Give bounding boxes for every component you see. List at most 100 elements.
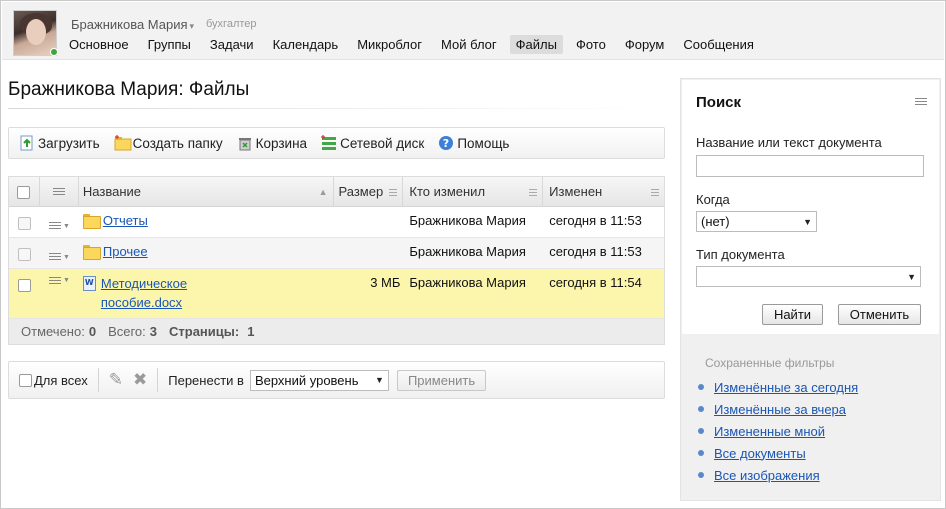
- list-item: Все изображения: [698, 464, 858, 486]
- nav-item-messages[interactable]: Сообщения: [677, 35, 760, 54]
- bullet-icon: [698, 384, 704, 390]
- nav-item-tasks[interactable]: Задачи: [204, 35, 260, 54]
- move-to-select[interactable]: Верхний уровень ▼: [249, 369, 389, 391]
- page-title: Бражникова Мария: Файлы: [8, 79, 250, 100]
- files-toolbar: Загрузить Создать папку Корзина Сетевой …: [8, 127, 665, 159]
- cancel-button[interactable]: Отменить: [838, 304, 921, 325]
- select-all-checkbox-cell: [9, 177, 40, 207]
- panel-menu-icon[interactable]: [915, 98, 927, 107]
- row-checkbox[interactable]: [17, 217, 31, 231]
- row-menu[interactable]: ▼: [40, 238, 79, 268]
- help-label: Помощь: [457, 135, 510, 151]
- search-panel: Поиск Название или текст документа Когда…: [680, 78, 941, 501]
- saved-filter-link[interactable]: Все документы: [714, 446, 806, 461]
- trash-icon: [237, 135, 253, 151]
- folder-icon: [82, 245, 101, 260]
- table-row[interactable]: ▼ W Методическое пособие.docx 3 МБ Бражни…: [9, 269, 664, 319]
- chevron-down-icon: ▼: [62, 222, 70, 230]
- bullet-icon: [698, 428, 704, 434]
- column-menu-icon: [389, 177, 398, 207]
- main-nav: Основное Группы Задачи Календарь Микробл…: [63, 35, 767, 54]
- row-menu[interactable]: ▼: [40, 269, 79, 318]
- doc-name-label: Название или текст документа: [696, 135, 882, 150]
- group-actions-bar: Для всех ✎ ✖ Перенести в Верхний уровень…: [8, 361, 665, 399]
- table-header: Название ▲ Размер Кто изменил Изменен: [9, 177, 664, 207]
- chevron-down-icon: ▼: [375, 375, 384, 385]
- delete-icon[interactable]: ✖: [133, 370, 147, 390]
- help-button[interactable]: ? Помощь: [438, 135, 509, 151]
- nav-item-microblog[interactable]: Микроблог: [351, 35, 428, 54]
- saved-filter-link[interactable]: Все изображения: [714, 468, 820, 483]
- modified-by: Бражникова Мария: [409, 213, 526, 228]
- pages-label: Страницы:: [169, 324, 240, 339]
- column-menu-icon: [529, 177, 538, 207]
- nav-item-my-blog[interactable]: Мой блог: [435, 35, 503, 54]
- top-header: Бражникова Мария ▾ бухгалтер Основное Гру…: [2, 2, 944, 60]
- table-row[interactable]: ▼ Отчеты Бражникова Мария сегодня в 11:5…: [9, 207, 664, 238]
- user-menu[interactable]: Бражникова Мария ▾: [71, 17, 194, 32]
- nav-item-forum[interactable]: Форум: [619, 35, 671, 54]
- menu-icon: [52, 188, 65, 198]
- saved-filters-list: Изменённые за сегодня Изменённые за вчер…: [698, 376, 858, 486]
- table-row[interactable]: ▼ Прочее Бражникова Мария сегодня в 11:5…: [9, 238, 664, 269]
- nav-item-calendar[interactable]: Календарь: [267, 35, 345, 54]
- sort-asc-icon: ▲: [318, 187, 328, 197]
- modified-date: сегодня в 11:53: [549, 244, 642, 259]
- network-drive-icon: [321, 135, 337, 151]
- saved-filter-link[interactable]: Изменённые за вчера: [714, 402, 846, 417]
- chevron-down-icon: ▼: [907, 271, 916, 282]
- edit-icon[interactable]: ✎: [109, 370, 123, 390]
- bullet-icon: [698, 406, 704, 412]
- pages-value: 1: [247, 324, 255, 339]
- title-divider: [8, 108, 658, 109]
- nav-item-files[interactable]: Файлы: [509, 35, 563, 54]
- file-name-link[interactable]: Методическое пособие.docx: [101, 274, 231, 312]
- online-status-icon: [50, 48, 58, 56]
- column-menu-icon: [650, 177, 659, 207]
- row-menu[interactable]: ▼: [40, 207, 79, 237]
- folder-icon: [82, 214, 101, 229]
- nav-item-groups[interactable]: Группы: [142, 35, 197, 54]
- nav-item-main[interactable]: Основное: [63, 35, 135, 54]
- bullet-icon: [698, 450, 704, 456]
- network-drive-label: Сетевой диск: [340, 135, 425, 151]
- for-all-label: Для всех: [34, 372, 88, 388]
- list-item: Изменённые за вчера: [698, 398, 858, 420]
- saved-filter-link[interactable]: Изменённые за сегодня: [714, 380, 858, 395]
- column-header-size[interactable]: Размер: [334, 177, 404, 207]
- row-checkbox[interactable]: [17, 279, 31, 293]
- doc-type-select[interactable]: ▼: [696, 266, 921, 287]
- row-checkbox[interactable]: [17, 248, 31, 262]
- trash-label: Корзина: [255, 135, 308, 151]
- chevron-down-icon: ▼: [803, 216, 812, 227]
- find-button[interactable]: Найти: [762, 304, 823, 325]
- modified-by: Бражникова Мария: [409, 275, 526, 290]
- column-header-modified-by[interactable]: Кто изменил: [403, 177, 544, 207]
- help-icon: ?: [438, 135, 454, 151]
- for-all-checkbox[interactable]: [19, 373, 32, 387]
- saved-filter-link[interactable]: Измененные мной: [714, 424, 825, 439]
- modified-date: сегодня в 11:54: [549, 275, 642, 290]
- select-all-checkbox[interactable]: [17, 186, 31, 200]
- apply-button[interactable]: Применить: [396, 369, 487, 391]
- file-name-link[interactable]: Прочее: [103, 244, 148, 259]
- create-folder-button[interactable]: Создать папку: [114, 135, 223, 151]
- column-header-name[interactable]: Название ▲: [79, 177, 334, 207]
- upload-button[interactable]: Загрузить: [19, 135, 100, 151]
- trash-button[interactable]: Корзина: [237, 135, 307, 151]
- file-name-link[interactable]: Отчеты: [103, 213, 148, 228]
- search-title: Поиск: [696, 94, 742, 111]
- app-window: Бражникова Мария ▾ бухгалтер Основное Гру…: [0, 0, 946, 509]
- modified-by: Бражникова Мария: [409, 244, 526, 259]
- menu-icon: [48, 277, 61, 286]
- network-drive-button[interactable]: Сетевой диск: [321, 135, 424, 151]
- chevron-down-icon: ▾: [189, 21, 195, 31]
- saved-filters-title: Сохраненные фильтры: [705, 356, 835, 370]
- column-header-modified[interactable]: Изменен: [543, 177, 664, 207]
- doc-name-input[interactable]: [696, 155, 924, 177]
- user-role: бухгалтер: [206, 18, 257, 30]
- when-select[interactable]: (нет) ▼: [696, 211, 817, 232]
- bullet-icon: [698, 472, 704, 478]
- nav-item-photo[interactable]: Фото: [570, 35, 612, 54]
- header-menu-cell[interactable]: [40, 177, 79, 207]
